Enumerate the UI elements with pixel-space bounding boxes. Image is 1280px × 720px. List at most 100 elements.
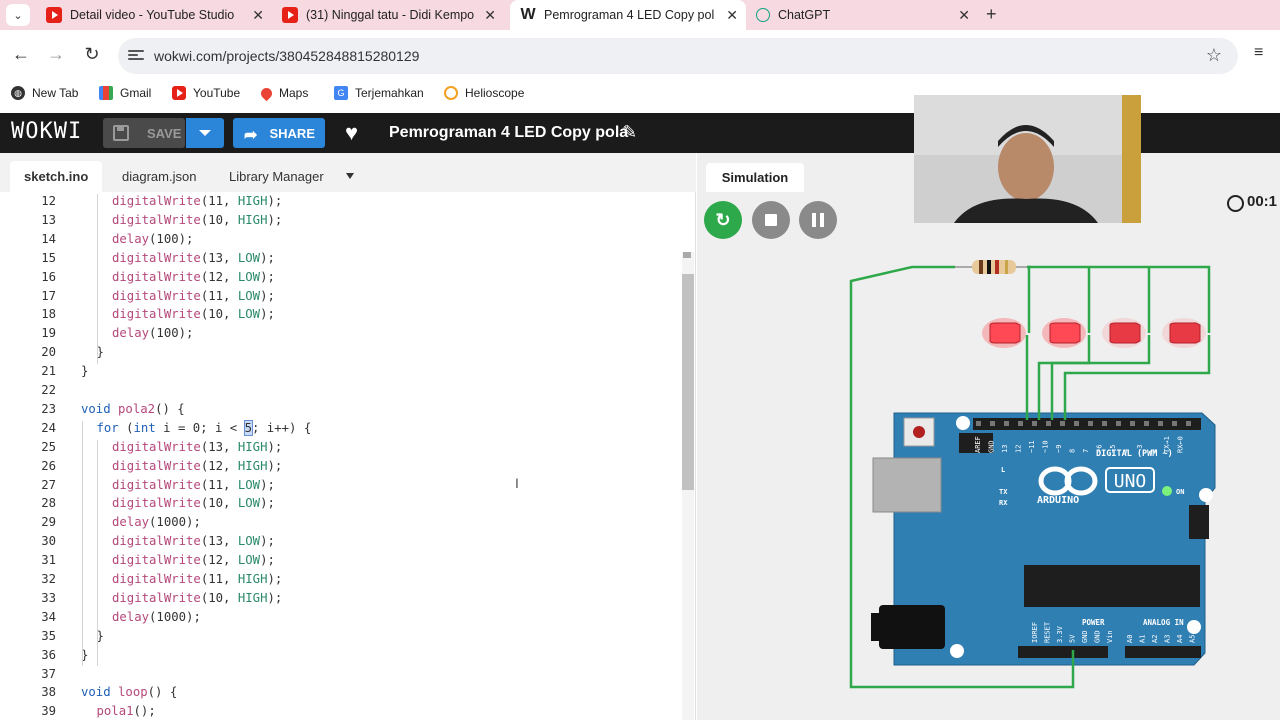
header-pin[interactable]: [1074, 421, 1079, 426]
line-number: 24: [41, 420, 56, 435]
tab-diagram-json[interactable]: diagram.json: [108, 161, 210, 192]
address-bar[interactable]: wokwi.com/projects/380452848815280129 ☆: [118, 38, 1238, 74]
close-icon[interactable]: ✕: [958, 7, 970, 24]
tab-sketch-ino[interactable]: sketch.ino: [10, 161, 103, 192]
code-line[interactable]: 13 digitalWrite(10, HIGH);: [0, 213, 680, 232]
code-line[interactable]: 26 digitalWrite(12, HIGH);: [0, 459, 680, 478]
code-line[interactable]: 20}: [0, 345, 680, 364]
code-text: digitalWrite(10, HIGH);: [112, 212, 283, 227]
wokwi-logo[interactable]: WOKWI: [11, 119, 82, 144]
save-button[interactable]: SAVE: [103, 118, 185, 148]
code-line[interactable]: 37: [0, 667, 680, 686]
person-image: [914, 95, 1141, 223]
bookmark-maps[interactable]: Maps: [258, 85, 308, 101]
bookmark-star-icon[interactable]: ☆: [1206, 45, 1222, 66]
close-icon[interactable]: ✕: [484, 7, 496, 24]
reload-button[interactable]: ↻: [80, 44, 104, 65]
bottom-pin-label: 3.3V: [1056, 625, 1064, 643]
header-pin[interactable]: [976, 421, 981, 426]
code-line[interactable]: 16 digitalWrite(12, LOW);: [0, 270, 680, 289]
header-pin[interactable]: [1004, 421, 1009, 426]
header-pin[interactable]: [1018, 421, 1023, 426]
code-line[interactable]: 24 for (int i = 0; i < 5; i++) {: [0, 419, 680, 440]
header-pin[interactable]: [1144, 421, 1149, 426]
heart-icon[interactable]: ♥: [345, 120, 358, 146]
header-pin[interactable]: [1172, 421, 1177, 426]
header-pin[interactable]: [1116, 421, 1121, 426]
back-button[interactable]: ←: [9, 44, 33, 65]
scroll-up-arrow[interactable]: [683, 252, 691, 258]
code-line[interactable]: 38 void loop() {: [0, 685, 680, 704]
reload-icon: ↻: [84, 44, 100, 64]
browser-tab-wokwi[interactable]: W Pemrograman 4 LED Copy pola ✕: [510, 0, 746, 30]
code-text: delay(100);: [112, 231, 194, 246]
tab-title: ChatGPT: [778, 8, 831, 22]
code-line[interactable]: 23 void pola2() {: [0, 402, 680, 421]
code-line[interactable]: 28 digitalWrite(10, LOW);: [0, 496, 680, 515]
reading-list-icon[interactable]: ≡: [1254, 44, 1263, 62]
editor-scrollbar-thumb[interactable]: [682, 274, 694, 490]
save-options-dropdown[interactable]: [186, 118, 224, 148]
edit-pencil-icon[interactable]: ✎: [622, 122, 637, 143]
line-number: 31: [41, 553, 56, 568]
header-pin[interactable]: [990, 421, 995, 426]
led-red[interactable]: [1109, 322, 1141, 344]
bookmark-terjemahkan[interactable]: G Terjemahkan: [334, 86, 424, 100]
bookmark-youtube[interactable]: YouTube: [172, 86, 240, 100]
code-line[interactable]: 33 digitalWrite(10, HIGH);: [0, 591, 680, 610]
site-settings-icon[interactable]: [128, 48, 144, 62]
code-line[interactable]: 18 digitalWrite(10, LOW);: [0, 307, 680, 326]
forward-button[interactable]: →: [44, 44, 68, 65]
code-line[interactable]: 22: [0, 383, 680, 402]
line-number: 34: [41, 609, 56, 624]
code-line[interactable]: 17 digitalWrite(11, LOW);: [0, 289, 680, 308]
bottom-pin-label: Vin: [1106, 630, 1114, 643]
code-line[interactable]: 35}: [0, 629, 680, 648]
browser-tab-youtube-studio[interactable]: Detail video - YouTube Studio ✕: [36, 0, 272, 30]
line-number: 19: [41, 326, 56, 341]
code-text: digitalWrite(11, LOW);: [112, 288, 275, 303]
close-icon[interactable]: ✕: [726, 7, 738, 24]
new-tab-button[interactable]: +: [986, 4, 997, 25]
tab-menu-caret-icon[interactable]: [346, 173, 354, 179]
code-line[interactable]: 34 delay(1000);: [0, 610, 680, 629]
code-line[interactable]: 36}: [0, 648, 680, 667]
tab-library-manager[interactable]: Library Manager: [215, 161, 338, 192]
header-pin[interactable]: [1032, 421, 1037, 426]
code-editor[interactable]: I 12 digitalWrite(11, HIGH); 13 digitalWrit…: [0, 192, 696, 720]
code-line[interactable]: 32 digitalWrite(11, HIGH);: [0, 572, 680, 591]
code-line[interactable]: 15 digitalWrite(13, LOW);: [0, 251, 680, 270]
led-red[interactable]: [1049, 322, 1081, 344]
bookmark-gmail[interactable]: Gmail: [99, 86, 151, 100]
header-pin[interactable]: [1102, 421, 1107, 426]
code-line[interactable]: 14 delay(100);: [0, 232, 680, 251]
header-pin[interactable]: [1130, 421, 1135, 426]
led-red[interactable]: [1169, 322, 1201, 344]
bookmark-new-tab[interactable]: ◍ New Tab: [11, 86, 78, 100]
code-line[interactable]: 29 delay(1000);: [0, 515, 680, 534]
code-line[interactable]: 27 digitalWrite(11, LOW);: [0, 478, 680, 497]
header-pin[interactable]: [1186, 421, 1191, 426]
code-line[interactable]: 39 pola1();: [0, 704, 680, 720]
resistor[interactable]: [955, 260, 1034, 274]
led-red[interactable]: [989, 322, 1021, 344]
browser-tab-chatgpt[interactable]: ChatGPT ✕: [746, 0, 978, 30]
code-line[interactable]: 30 digitalWrite(13, LOW);: [0, 534, 680, 553]
close-icon[interactable]: ✕: [252, 7, 264, 24]
line-number: 37: [41, 666, 56, 681]
tab-search-button[interactable]: ⌄: [6, 4, 30, 26]
header-pin[interactable]: [1088, 421, 1093, 426]
browser-tab-ninggal-tatu[interactable]: (31) Ninggal tatu - Didi Kempo ✕: [272, 0, 504, 30]
tx-led-label: TX: [999, 488, 1008, 496]
code-line[interactable]: 21}: [0, 364, 680, 383]
code-line[interactable]: 31 digitalWrite(12, LOW);: [0, 553, 680, 572]
share-button[interactable]: ➦ SHARE: [233, 118, 325, 148]
bookmark-label: Terjemahkan: [355, 86, 424, 100]
header-pin[interactable]: [1060, 421, 1065, 426]
header-pin[interactable]: [1158, 421, 1163, 426]
bookmark-helioscope[interactable]: Helioscope: [444, 86, 524, 100]
header-pin[interactable]: [1046, 421, 1051, 426]
code-line[interactable]: 25 digitalWrite(13, HIGH);: [0, 440, 680, 459]
code-line[interactable]: 12 digitalWrite(11, HIGH);: [0, 194, 680, 213]
code-line[interactable]: 19 delay(100);: [0, 326, 680, 345]
